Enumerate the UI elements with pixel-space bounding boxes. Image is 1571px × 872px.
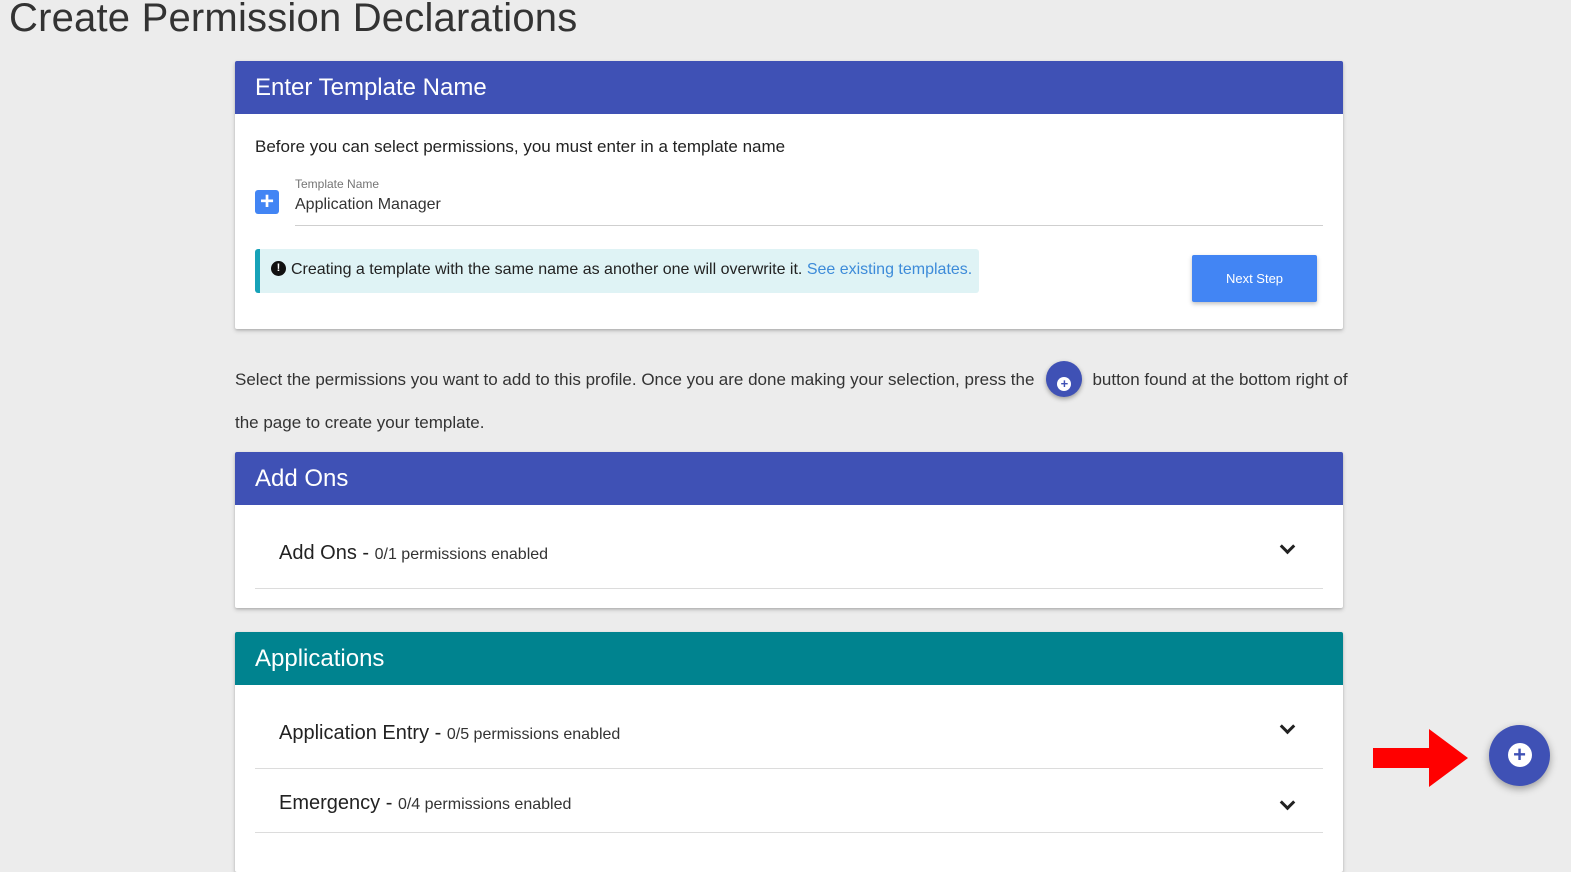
applications-card-header: Applications <box>235 632 1343 685</box>
next-step-button[interactable]: Next Step <box>1192 255 1317 302</box>
instructions-before: Select the permissions you want to add t… <box>235 370 1035 389</box>
template-name-card: Enter Template Name Before you can selec… <box>235 61 1343 329</box>
chevron-down-icon[interactable] <box>1279 718 1296 735</box>
permission-count: 0/5 permissions enabled <box>446 726 621 743</box>
permission-count: 0/1 permissions enabled <box>374 546 549 563</box>
accordion-item-title: Application Entry <box>279 722 430 744</box>
addons-card-header: Add Ons <box>235 452 1343 505</box>
exclamation-circle-icon: ! <box>271 260 286 276</box>
plus-circle-icon: + <box>1046 360 1083 397</box>
template-name-label: Template Name <box>295 177 380 191</box>
instructions-text: Select the permissions you want to add t… <box>235 358 1350 444</box>
overwrite-warning-alert: ! Creating a template with the same name … <box>255 249 979 293</box>
accordion-item-title: Add Ons <box>279 542 357 564</box>
create-template-fab[interactable]: + <box>1489 725 1550 786</box>
template-intro-text: Before you can select permissions, you m… <box>255 137 786 156</box>
template-name-field[interactable]: Template Name <box>295 177 1323 226</box>
template-card-header: Enter Template Name <box>235 61 1343 114</box>
page-title: Create Permission Declarations <box>9 0 578 40</box>
addons-card: Add Ons Add Ons - 0/1 permissions enable… <box>235 452 1343 608</box>
plus-circle-icon: + <box>1507 743 1532 767</box>
plus-square-icon: + <box>255 190 279 214</box>
chevron-down-icon[interactable] <box>1279 538 1296 555</box>
applications-card: Applications Application Entry - 0/5 per… <box>235 632 1343 872</box>
template-name-input[interactable] <box>295 194 1323 216</box>
accordion-item-title: Emergency <box>279 792 381 814</box>
accordion-item-emergency[interactable]: Emergency - 0/4 permissions enabled <box>255 769 1323 833</box>
accordion-item-application-entry[interactable]: Application Entry - 0/5 permissions enab… <box>255 685 1323 769</box>
right-arrow-icon <box>1373 729 1468 787</box>
see-existing-templates-link[interactable]: See existing templates. <box>807 261 972 278</box>
permission-count: 0/4 permissions enabled <box>397 796 572 813</box>
chevron-down-icon[interactable] <box>1279 794 1296 811</box>
alert-text: Creating a template with the same name a… <box>291 261 803 278</box>
accordion-item-add-ons[interactable]: Add Ons - 0/1 permissions enabled <box>255 505 1323 589</box>
